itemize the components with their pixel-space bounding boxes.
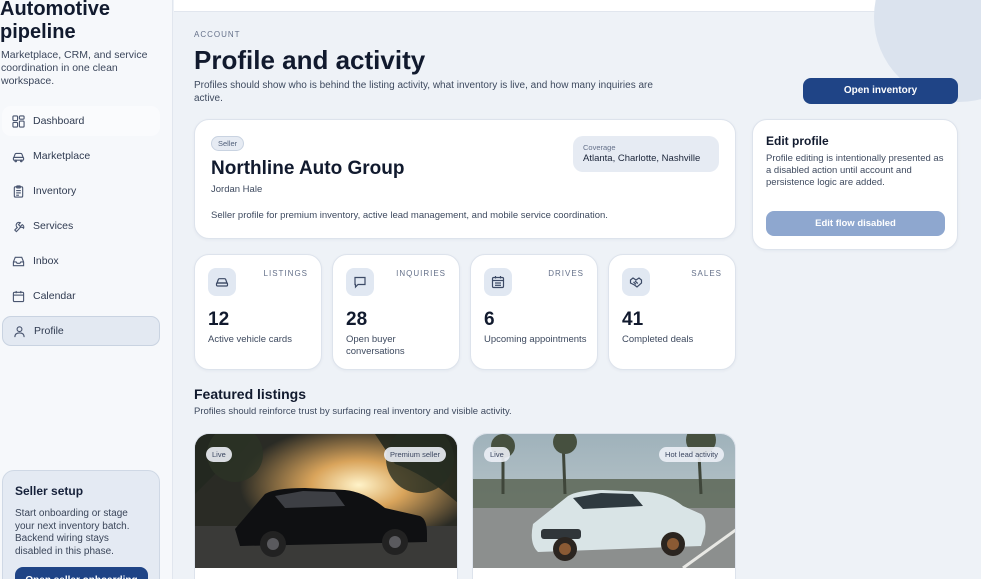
company-name: Northline Auto Group — [211, 158, 405, 179]
stat-description: Open buyer conversations — [346, 334, 405, 357]
stat-description: Completed deals — [622, 334, 694, 345]
setup-title: Seller setup — [15, 484, 84, 498]
main-content: ACCOUNT Profile and activity Profiles sh… — [174, 0, 981, 579]
sidebar-item-dashboard[interactable]: Dashboard — [2, 106, 160, 136]
sidebar-item-label: Calendar — [33, 290, 76, 302]
brand-title: Automotive pipeline — [0, 0, 110, 43]
listing-tag-badge: Hot lead activity — [659, 447, 724, 462]
coverage-value: Atlanta, Charlotte, Nashville — [583, 153, 701, 164]
coverage-label: Coverage — [583, 143, 616, 152]
setup-text: Start onboarding or stage your next inve… — [15, 508, 130, 557]
sidebar-item-label: Dashboard — [33, 115, 85, 127]
dashboard-icon — [12, 114, 25, 128]
stat-value: 12 — [208, 309, 230, 330]
edit-flow-disabled-button: Edit flow disabled — [766, 211, 945, 236]
stat-card-sales: SALES 41 Completed deals — [608, 254, 736, 370]
app-root: Automotive pipeline Marketplace, CRM, an… — [0, 0, 981, 579]
sidebar-item-label: Profile — [34, 325, 64, 337]
profile-card: Seller Coverage Atlanta, Charlotte, Nash… — [194, 119, 736, 239]
featured-listings-subtitle: Profiles should reinforce trust by surfa… — [194, 406, 512, 417]
page-description: Profiles should show who is behind the l… — [194, 80, 653, 104]
stat-value: 41 — [622, 309, 644, 330]
car-icon — [12, 150, 25, 163]
edit-profile-card: Edit profile Profile editing is intentio… — [752, 119, 958, 250]
listing-status-badge: Live — [206, 447, 232, 462]
page-title: Profile and activity — [194, 45, 426, 75]
sidebar-item-profile[interactable]: Profile — [2, 316, 160, 346]
handshake-icon — [622, 268, 650, 296]
brand-subtitle: Marketplace, CRM, and service coordinati… — [1, 49, 148, 87]
user-icon — [13, 325, 26, 338]
sidebar-item-label: Services — [33, 220, 74, 232]
sidebar-item-marketplace[interactable]: Marketplace — [2, 141, 160, 171]
profile-description: Seller profile for premium inventory, ac… — [211, 210, 608, 221]
sidebar-item-label: Marketplace — [33, 150, 91, 162]
stat-value: 28 — [346, 309, 368, 330]
stat-card-inquiries: INQUIRIES 28 Open buyer conversations — [332, 254, 460, 370]
open-inventory-button[interactable]: Open inventory — [803, 78, 958, 104]
clipboard-icon — [12, 184, 25, 198]
seller-badge: Seller — [211, 136, 245, 151]
owner-name: Jordan Hale — [211, 184, 263, 195]
car-icon — [208, 268, 236, 296]
wrench-icon — [12, 220, 25, 233]
sidebar-item-label: Inventory — [33, 185, 77, 197]
stat-card-drives: DRIVES 6 Upcoming appointments — [470, 254, 598, 370]
sidebar-item-inbox[interactable]: Inbox — [2, 246, 160, 276]
stat-description: Active vehicle cards — [208, 334, 292, 345]
sidebar: Automotive pipeline Marketplace, CRM, an… — [0, 0, 173, 579]
listing-tag-badge: Premium seller — [383, 447, 446, 462]
open-seller-onboarding-button[interactable]: Open seller onboarding — [15, 567, 148, 579]
sidebar-item-services[interactable]: Services — [2, 211, 160, 241]
page-eyebrow: ACCOUNT — [194, 30, 241, 39]
calendar-icon — [12, 290, 25, 303]
top-bar — [174, 0, 981, 12]
listing-status-badge: Live — [484, 447, 510, 462]
sidebar-item-calendar[interactable]: Calendar — [2, 281, 160, 311]
stat-label: LISTINGS — [263, 269, 308, 278]
listing-card[interactable]: Live Hot lead activity — [472, 433, 736, 579]
stat-card-listings: LISTINGS 12 Active vehicle cards — [194, 254, 322, 370]
edit-profile-text: Profile editing is intentionally present… — [766, 153, 944, 189]
seller-setup-card: Seller setup Start onboarding or stage y… — [2, 470, 160, 579]
stat-label: INQUIRIES — [396, 269, 446, 278]
calendar-icon — [484, 268, 512, 296]
sidebar-item-inventory[interactable]: Inventory — [2, 176, 160, 206]
listing-card[interactable]: Live Premium seller — [194, 433, 458, 579]
stat-label: SALES — [691, 269, 722, 278]
coverage-badge: Coverage Atlanta, Charlotte, Nashville — [573, 136, 719, 172]
stat-description: Upcoming appointments — [484, 334, 587, 345]
featured-listings-title: Featured listings — [194, 386, 307, 402]
stat-label: DRIVES — [548, 269, 584, 278]
chat-icon — [346, 268, 374, 296]
sidebar-item-label: Inbox — [33, 255, 59, 267]
stat-value: 6 — [484, 309, 495, 330]
edit-profile-title: Edit profile — [766, 134, 829, 148]
inbox-icon — [12, 255, 25, 268]
